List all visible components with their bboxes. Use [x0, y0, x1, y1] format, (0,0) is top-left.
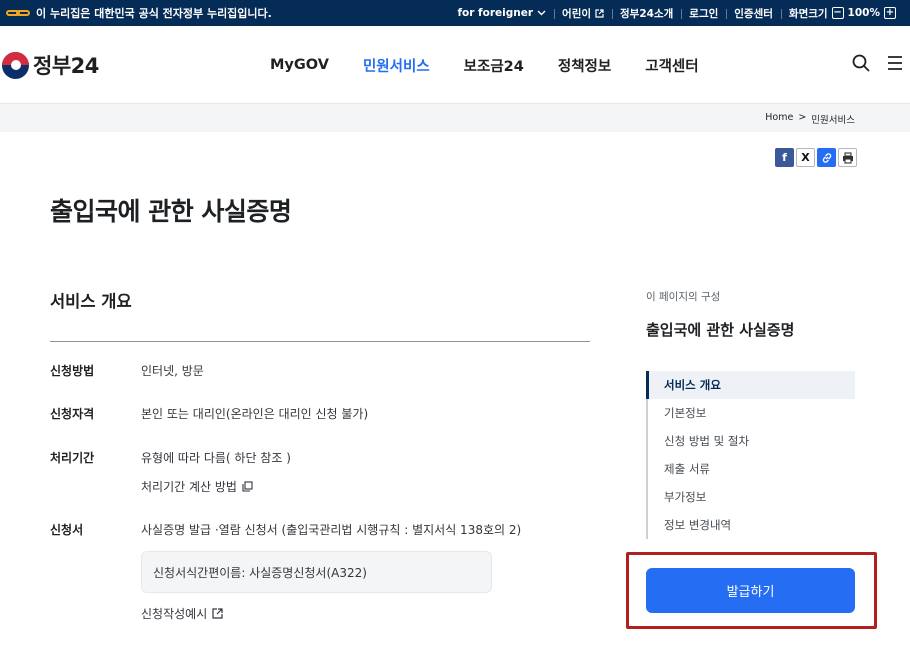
egov-logo-icon: [6, 7, 30, 19]
row-value-eligibility: 본인 또는 대리인(온라인은 대리인 신청 불가): [141, 407, 369, 421]
chevron-down-icon: [537, 10, 546, 16]
nav-civil-service[interactable]: 민원서비스: [363, 55, 430, 76]
nav-customer-center[interactable]: 고객센터: [645, 55, 698, 76]
menu-icon[interactable]: [886, 54, 904, 72]
external-link-icon: [212, 608, 223, 619]
row-label-form: 신청서: [50, 523, 84, 537]
gov24-logo[interactable]: 정부24: [2, 50, 99, 80]
zoom-value: 100%: [847, 7, 880, 19]
overview-title: 서비스 개요: [50, 292, 132, 311]
breadcrumb-home[interactable]: Home: [765, 112, 793, 126]
copy-link-button[interactable]: [817, 148, 836, 167]
form-short-name-box: 신청서식간편이름: 사실증명신청서(A322): [141, 551, 492, 593]
site-header: 정부24 MyGOV 민원서비스 보조금24 정책정보 고객센터: [0, 26, 910, 104]
row-value-form: 사실증명 발급 ·열람 신청서 (출입국관리법 시행규칙 : 별지서식 138호…: [141, 523, 522, 537]
print-icon: [842, 151, 853, 164]
print-button[interactable]: [838, 148, 857, 167]
toc-item-overview[interactable]: 서비스 개요: [646, 371, 855, 399]
external-link-icon: [595, 8, 604, 18]
page-toc: 서비스 개요 기본정보 신청 방법 및 절차 제출 서류 부가정보 정보 변경내…: [646, 371, 855, 539]
breadcrumb-current[interactable]: 민원서비스: [811, 112, 855, 126]
logo-text: 정부24: [33, 54, 99, 78]
row-label-eligibility: 신청자격: [50, 407, 95, 421]
breadcrumb: Home > 민원서비스: [0, 104, 910, 132]
toc-item-change-history[interactable]: 정보 변경내역: [648, 511, 855, 539]
nav-subsidy24[interactable]: 보조금24: [464, 55, 524, 76]
kids-link[interactable]: 어린이: [554, 6, 612, 21]
period-calc-label: 처리기간 계산 방법: [141, 480, 237, 494]
link-icon: [822, 152, 831, 163]
search-icon[interactable]: [852, 54, 870, 72]
toc-item-basic-info[interactable]: 기본정보: [648, 399, 855, 427]
toc-title: 출입국에 관한 사실증명: [646, 321, 795, 339]
period-calc-link[interactable]: 처리기간 계산 방법: [141, 478, 253, 495]
copy-popup-icon: [242, 481, 253, 492]
nav-policy-info[interactable]: 정책정보: [558, 55, 611, 76]
row-value-period: 유형에 따라 다름( 하단 참조 ): [141, 451, 291, 465]
toc-caption: 이 페이지의 구성: [646, 291, 721, 303]
share-toolbar: f X: [775, 148, 857, 167]
gov-banner: 이 누리집은 대한민국 공식 전자정부 누리집입니다. for foreigne…: [0, 0, 910, 26]
form-example-link[interactable]: 신청작성예시: [141, 605, 223, 622]
nav-mygov[interactable]: MyGOV: [270, 57, 329, 73]
toc-item-documents[interactable]: 제출 서류: [648, 455, 855, 483]
login-link[interactable]: 로그인: [681, 6, 726, 21]
section-divider: [50, 341, 590, 342]
gov-notice: 이 누리집은 대한민국 공식 전자정부 누리집입니다.: [6, 0, 272, 26]
for-foreigner-label: for foreigner: [457, 7, 534, 19]
font-size-control: 화면크기 − 100% +: [780, 6, 904, 21]
toc-item-procedure[interactable]: 신청 방법 및 절차: [648, 427, 855, 455]
breadcrumb-separator: >: [798, 112, 807, 123]
auth-center-link[interactable]: 인증센터: [726, 6, 781, 21]
kids-label: 어린이: [562, 7, 592, 20]
row-label-period: 처리기간: [50, 451, 95, 465]
facebook-share-button[interactable]: f: [775, 148, 794, 167]
form-short-name: 신청서식간편이름: 사실증명신청서(A322): [153, 565, 367, 580]
taegeuk-icon: [2, 51, 29, 79]
issue-button[interactable]: 발급하기: [646, 568, 855, 613]
toc-item-extra-info[interactable]: 부가정보: [648, 483, 855, 511]
font-size-label: 화면크기: [788, 7, 828, 20]
zoom-in-button[interactable]: +: [884, 7, 896, 19]
main-nav: MyGOV 민원서비스 보조금24 정책정보 고객센터: [270, 26, 699, 104]
zoom-out-button[interactable]: −: [831, 7, 844, 19]
row-label-method: 신청방법: [50, 364, 95, 378]
for-foreigner-link[interactable]: for foreigner: [449, 7, 554, 19]
page-title: 출입국에 관한 사실증명: [50, 197, 292, 226]
x-share-button[interactable]: X: [796, 148, 815, 167]
about-gov24-link[interactable]: 정부24소개: [612, 6, 681, 21]
form-example-label: 신청작성예시: [141, 607, 208, 621]
row-value-method: 인터넷, 방문: [141, 364, 204, 378]
gov-notice-text: 이 누리집은 대한민국 공식 전자정부 누리집입니다.: [36, 7, 272, 20]
